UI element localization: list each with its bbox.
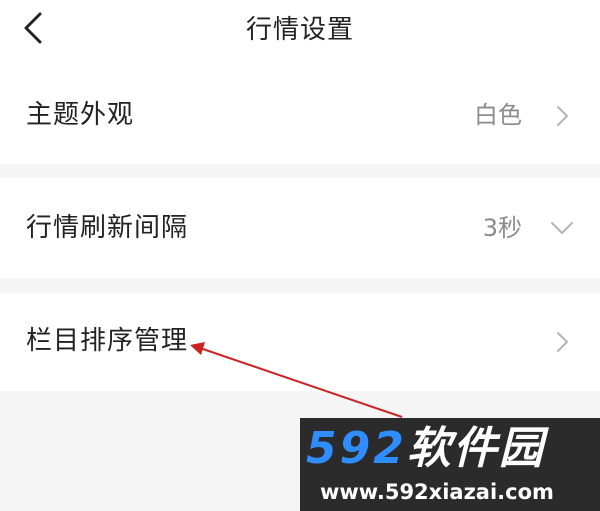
page-title: 行情设置 [245, 15, 354, 45]
setting-row-refresh-interval[interactable]: 行情刷新间隔 3秒 [0, 178, 600, 278]
nav-bar: 行情设置 [0, 0, 600, 62]
setting-label-theme: 主题外观 [26, 100, 135, 130]
setting-value-theme: 白色 [474, 101, 522, 129]
chevron-down-icon [551, 222, 573, 234]
watermark-url: www.592xiazai.com [320, 480, 554, 504]
setting-label-column-sort: 栏目排序管理 [26, 326, 189, 356]
chevron-right-icon [557, 332, 568, 352]
watermark: 592软件园 www.592xiazai.com [300, 418, 600, 511]
setting-label-refresh-interval: 行情刷新间隔 [26, 213, 189, 243]
setting-row-column-sort[interactable]: 栏目排序管理 [0, 293, 600, 391]
setting-value-refresh-interval: 3秒 [482, 214, 522, 242]
watermark-logo: 592软件园 [306, 422, 545, 476]
watermark-brand-name: 软件园 [406, 423, 545, 474]
watermark-brand-number: 592 [306, 423, 407, 474]
setting-row-theme[interactable]: 主题外观 白色 [0, 62, 600, 164]
chevron-right-icon [557, 106, 568, 126]
